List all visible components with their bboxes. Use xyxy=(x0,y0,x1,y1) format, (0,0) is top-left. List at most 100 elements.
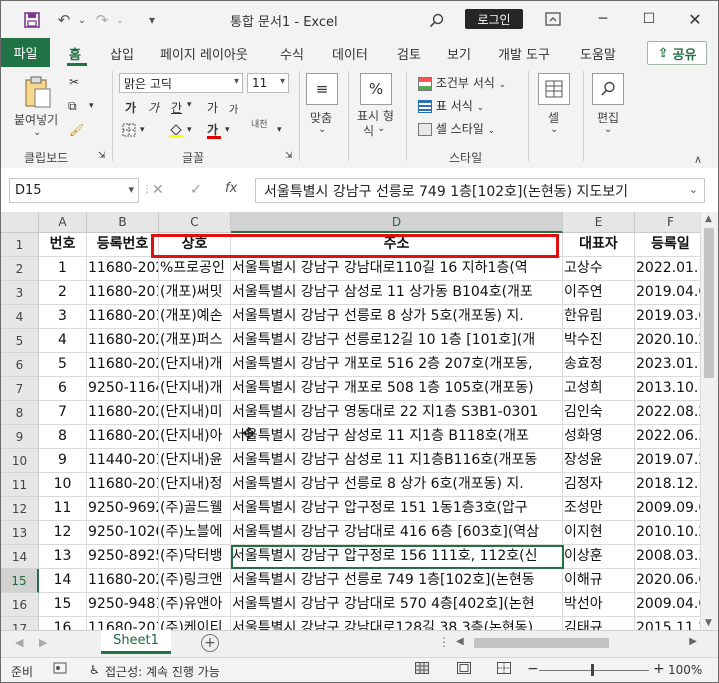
cell-col-e[interactable]: 이해규 xyxy=(563,569,635,593)
cell-col-f[interactable]: 2019.04.0 xyxy=(635,281,707,305)
cell-col-d[interactable]: 서울특별시 강남구 선릉로 8 상가 5호(개포동) 지. xyxy=(231,305,563,329)
next-sheet-icon[interactable]: ▶ xyxy=(39,636,47,649)
cell-col-d[interactable]: 서울특별시 강남구 강남대로 416 6층 [603호](역삼 xyxy=(231,521,563,545)
search-icon[interactable] xyxy=(425,9,447,31)
row-header[interactable]: 12 xyxy=(1,497,39,521)
cell-col-d[interactable]: 서울특별시 강남구 선릉로 749 1층[102호](논현동 xyxy=(231,569,563,593)
cell-col-d[interactable]: 서울특별시 강남구 개포로 508 1층 105호(개포동) xyxy=(231,377,563,401)
cell-col-a[interactable]: 9 xyxy=(39,449,87,473)
tab-view[interactable]: 보기 xyxy=(447,44,471,63)
cell-col-b[interactable]: 11680-201 xyxy=(87,617,159,630)
cell-col-c[interactable]: (주)닥터뱅 xyxy=(159,545,231,569)
row-header[interactable]: 6 xyxy=(1,353,39,377)
column-header-f[interactable]: F xyxy=(635,212,707,233)
select-all-corner[interactable] xyxy=(1,212,39,233)
cell-col-b[interactable]: 11680-202 xyxy=(87,257,159,281)
paste-label[interactable]: 붙여넣기 xyxy=(14,111,58,128)
font-size-select[interactable]: 11 ▾ xyxy=(247,73,289,93)
tab-insert[interactable]: 삽입 xyxy=(110,44,134,63)
zoom-in-button[interactable]: + xyxy=(653,661,665,677)
cell-col-c[interactable]: (주)유앤아 xyxy=(159,593,231,617)
row-header[interactable]: 15 xyxy=(1,569,39,593)
clipboard-launcher-icon[interactable]: ⇲ xyxy=(98,151,106,161)
cell-col-f[interactable]: 2022.08.2 xyxy=(635,401,707,425)
alignment-icon[interactable]: ≡ xyxy=(306,73,338,105)
conditional-format-button[interactable]: 조건부 서식 ⌄ xyxy=(418,74,506,91)
cell-col-b[interactable]: 9250-9481 xyxy=(87,593,159,617)
share-button[interactable]: ⇪ 공유 xyxy=(647,41,707,65)
number-format-label-line2[interactable]: 식 xyxy=(363,122,374,139)
page-break-view-icon[interactable] xyxy=(497,662,513,676)
editing-icon[interactable] xyxy=(592,73,624,105)
tab-split-handle-icon[interactable]: ⋮ xyxy=(438,635,450,649)
cell-col-b[interactable]: 11680-202 xyxy=(87,569,159,593)
column-header-c[interactable]: C xyxy=(159,212,231,233)
cell-col-c[interactable]: (단지내)정 xyxy=(159,473,231,497)
header-cell-col-c[interactable]: 상호 xyxy=(159,233,231,257)
cell-col-d[interactable]: 서울특별시 강남구 압구정로 156 111호, 112호(신 xyxy=(231,545,563,569)
cell-col-f[interactable]: 2022.06.3 xyxy=(635,425,707,449)
cell-col-b[interactable]: 11680-202 xyxy=(87,401,159,425)
cell-col-f[interactable]: 2013.10.1 xyxy=(635,377,707,401)
editing-dropdown-icon[interactable]: ⌄ xyxy=(604,124,612,135)
border-dropdown-icon[interactable]: ▾ xyxy=(140,125,145,135)
underline-button[interactable]: 간 xyxy=(171,99,182,116)
cell-col-e[interactable]: 송효정 xyxy=(563,353,635,377)
cell-col-c[interactable]: (주)링크앤 xyxy=(159,569,231,593)
cell-col-f[interactable]: 2022.01.1 xyxy=(635,257,707,281)
scroll-right-icon[interactable]: ▶ xyxy=(689,636,697,647)
cell-col-c[interactable]: (개포)퍼스 xyxy=(159,329,231,353)
header-cell-col-e[interactable]: 대표자 xyxy=(563,233,635,257)
cell-col-b[interactable]: 9250-1164 xyxy=(87,377,159,401)
paste-icon[interactable] xyxy=(23,75,53,112)
header-cell-col-f[interactable]: 등록일 xyxy=(635,233,707,257)
column-header-e[interactable]: E xyxy=(563,212,635,233)
cell-col-b[interactable]: 9250-8925 xyxy=(87,545,159,569)
tab-help[interactable]: 도움말 xyxy=(580,44,616,63)
font-launcher-icon[interactable]: ⇲ xyxy=(285,151,293,161)
format-painter-icon[interactable]: 🖌 xyxy=(69,123,84,137)
cell-col-f[interactable]: 2015.11.2 xyxy=(635,617,707,630)
copy-icon[interactable]: ⧉ xyxy=(68,99,77,114)
tab-developer[interactable]: 개발 도구 xyxy=(498,44,550,63)
scroll-up-icon[interactable]: ▲ xyxy=(705,214,712,224)
cell-col-f[interactable]: 2010.10.2 xyxy=(635,521,707,545)
copy-dropdown-icon[interactable]: ▾ xyxy=(89,101,94,111)
minimize-icon[interactable]: ─ xyxy=(589,7,617,31)
accessibility-icon[interactable]: ♿︎ xyxy=(89,663,100,677)
cell-col-a[interactable]: 13 xyxy=(39,545,87,569)
cell-col-f[interactable]: 2019.07.2 xyxy=(635,449,707,473)
fill-color-icon[interactable] xyxy=(168,122,184,141)
cell-col-c[interactable]: (단지내)미 xyxy=(159,401,231,425)
row-header[interactable]: 13 xyxy=(1,521,39,545)
cells-icon[interactable] xyxy=(538,73,570,105)
scroll-down-icon[interactable]: ▼ xyxy=(705,618,712,628)
row-header[interactable]: 9 xyxy=(1,425,39,449)
cell-col-c[interactable]: (단지내)윤 xyxy=(159,449,231,473)
cell-col-a[interactable]: 1 xyxy=(39,257,87,281)
tab-formulas[interactable]: 수식 xyxy=(280,44,304,63)
cell-col-c[interactable]: (단지내)아 xyxy=(159,425,231,449)
hscroll-thumb[interactable] xyxy=(474,638,609,648)
ribbon-options-icon[interactable] xyxy=(539,7,567,31)
cell-col-b[interactable]: 11440-201 xyxy=(87,449,159,473)
cell-col-b[interactable]: 9250-1026 xyxy=(87,521,159,545)
tab-data[interactable]: 데이터 xyxy=(332,44,368,63)
column-header-a[interactable]: A xyxy=(39,212,87,233)
cells-dropdown-icon[interactable]: ⌄ xyxy=(550,124,558,135)
cell-col-a[interactable]: 7 xyxy=(39,401,87,425)
cell-col-a[interactable]: 12 xyxy=(39,521,87,545)
number-format-dropdown-icon[interactable]: ⌄ xyxy=(377,123,385,134)
cell-col-a[interactable]: 11 xyxy=(39,497,87,521)
zoom-slider[interactable] xyxy=(539,670,649,671)
cell-col-f[interactable]: 2009.04.0 xyxy=(635,593,707,617)
number-format-icon[interactable]: % xyxy=(360,73,392,105)
cell-col-c[interactable]: (주)케이티 xyxy=(159,617,231,630)
formula-input[interactable]: 서울특별시 강남구 선릉로 749 1층[102호](논현동) 지도보기 ⌄ xyxy=(255,178,705,203)
row-header[interactable]: 4 xyxy=(1,305,39,329)
cell-col-e[interactable]: 고성희 xyxy=(563,377,635,401)
cut-icon[interactable]: ✂ xyxy=(69,75,79,89)
cell-col-c[interactable]: (단지내)개 xyxy=(159,353,231,377)
row-header[interactable]: 3 xyxy=(1,281,39,305)
cell-col-e[interactable]: 박선아 xyxy=(563,593,635,617)
